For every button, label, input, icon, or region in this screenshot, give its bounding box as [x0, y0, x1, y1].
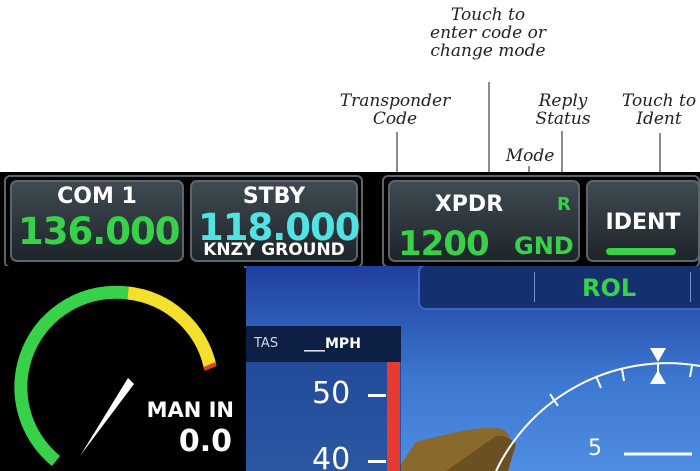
standby-station-name: KNZY GROUND	[203, 240, 345, 260]
com1-active-frequency: 136.000	[18, 210, 181, 253]
com1-standby-button[interactable]: STBY 118.000 KNZY GROUND	[190, 180, 361, 262]
xpdr-squawk-code: 1200	[398, 224, 490, 264]
roll-scale	[495, 348, 700, 471]
roll-pointer	[650, 348, 666, 362]
callout-touch-to-ident: Touch to Ident	[621, 91, 697, 129]
com1-title: COM 1	[57, 184, 137, 209]
callout-touch-to-enter-code: Touch to enter code or change mode	[430, 5, 546, 61]
ident-button[interactable]: IDENT	[586, 180, 700, 262]
gauge-needle	[80, 378, 134, 456]
gauge-arc-yellow	[127, 286, 217, 368]
roll-index	[650, 370, 666, 384]
pitch-scale-label: 5	[588, 436, 602, 461]
gauge-label: MAN IN	[146, 398, 234, 422]
callout-reply-status: Reply Status	[535, 91, 591, 129]
xpdr-button[interactable]: XPDR R 1200 GND	[388, 180, 580, 264]
callout-transponder-code: Transponder Code	[339, 91, 451, 129]
gauge-value: 0.0	[178, 424, 232, 459]
xpdr-title: XPDR	[434, 192, 504, 217]
leader-line-reply-status	[561, 131, 563, 176]
ident-indicator-bar	[606, 248, 676, 255]
xpdr-reply-status: R	[557, 194, 571, 215]
manifold-pressure-gauge: MAN IN 0.0	[0, 266, 244, 471]
callout-mode: Mode	[505, 146, 555, 166]
primary-flight-display: ROL TAS ___MPH 50 40 5	[246, 266, 700, 471]
leader-line-code-mode	[488, 82, 490, 184]
ident-label: IDENT	[605, 210, 681, 235]
xpdr-mode: GND	[514, 232, 574, 260]
com1-active-button[interactable]: COM 1 136.000	[10, 180, 184, 262]
gauge-arc-green	[14, 285, 129, 467]
